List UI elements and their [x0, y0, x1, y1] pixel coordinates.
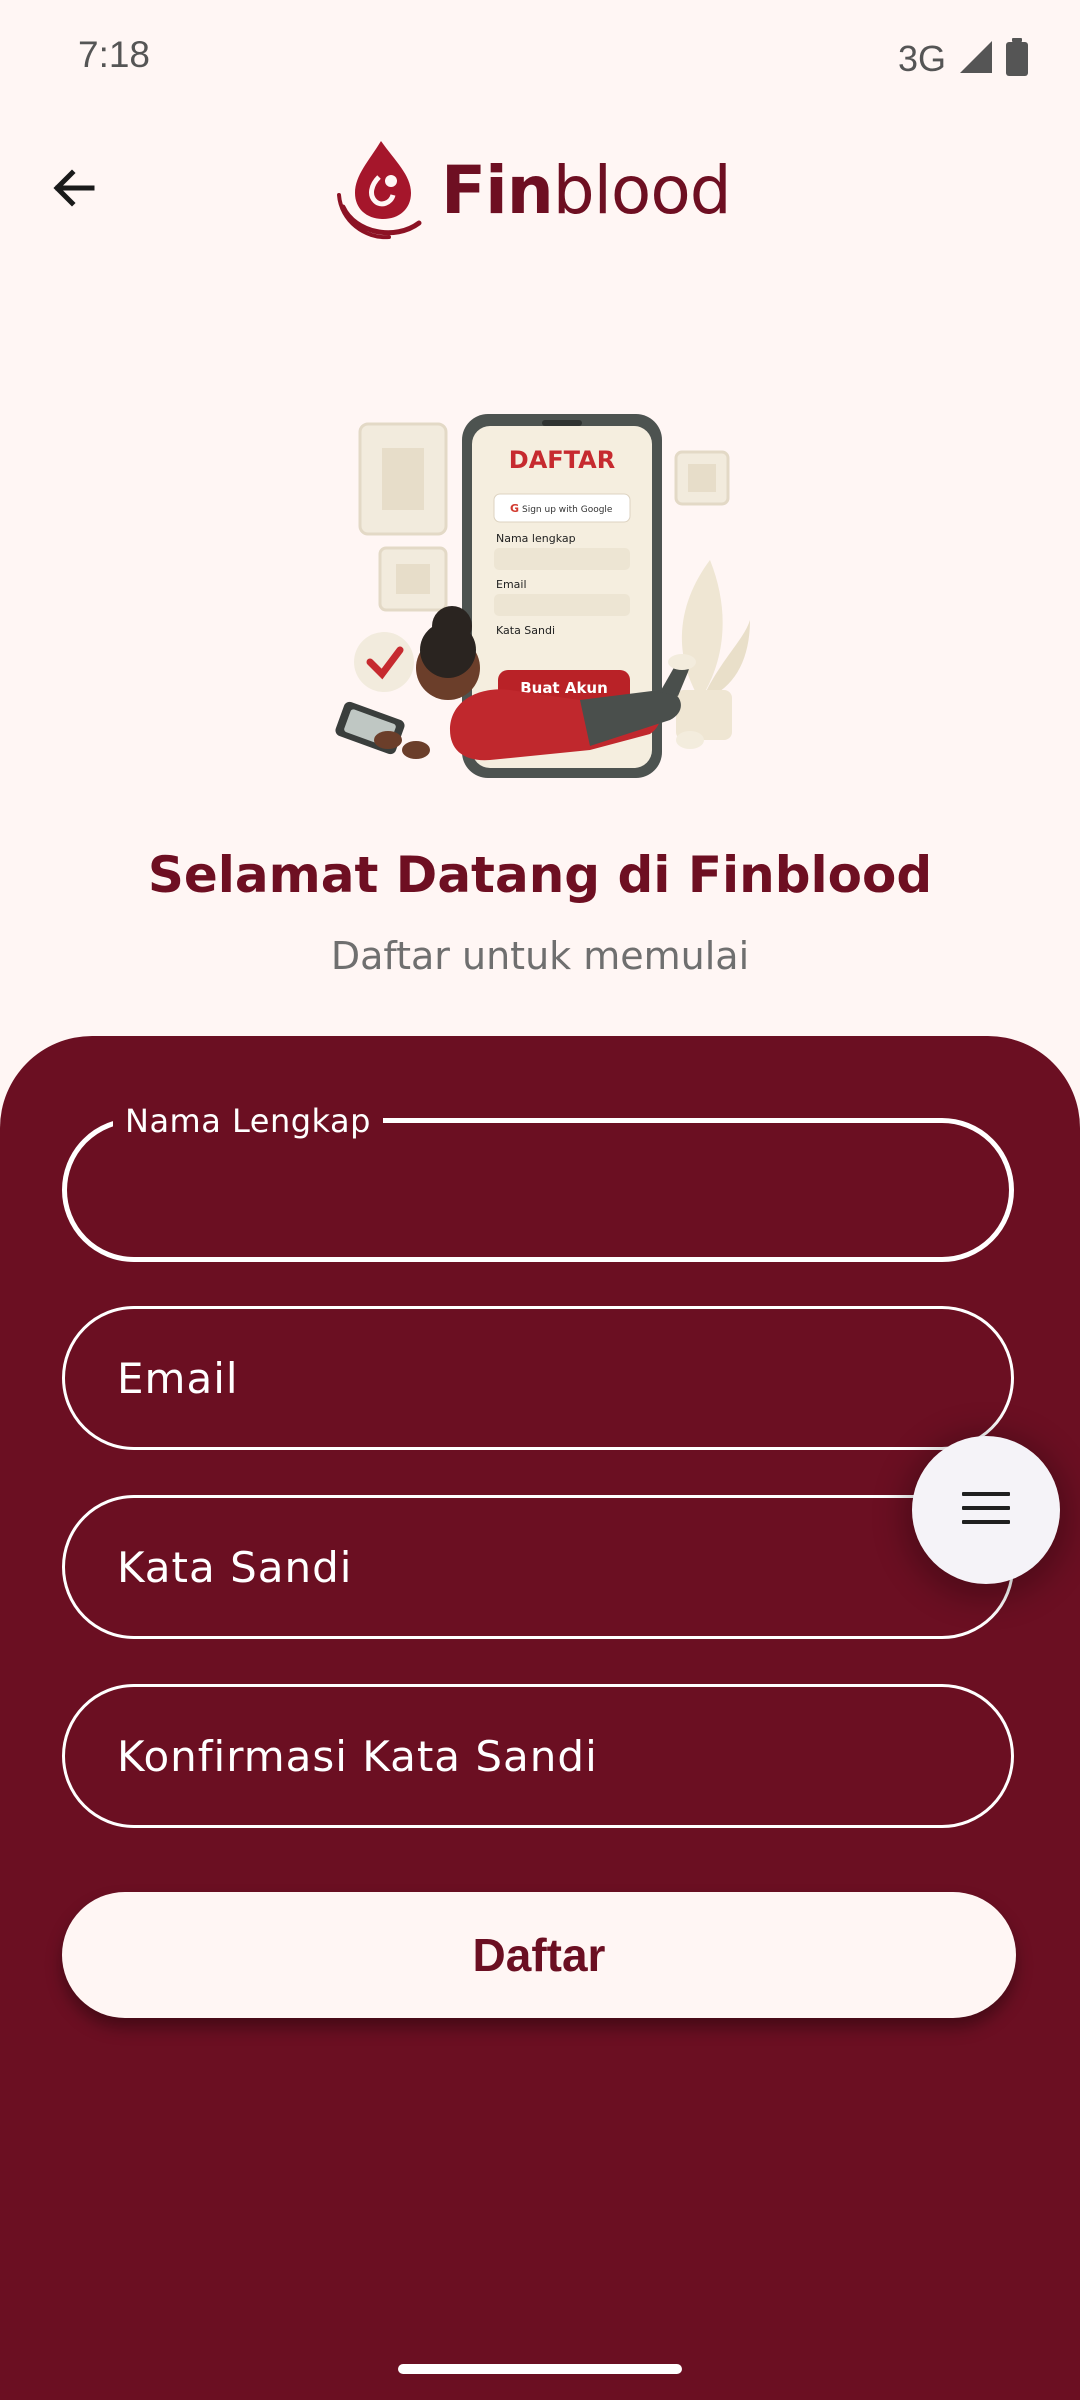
- illustration-title: DAFTAR: [509, 446, 615, 474]
- signup-illustration: DAFTAR G Sign up with Google Nama lengka…: [330, 400, 750, 800]
- register-button[interactable]: Daftar: [62, 1892, 1016, 2018]
- network-type: 3G: [897, 38, 946, 79]
- illustration-label-name: Nama lengkap: [496, 532, 576, 545]
- brand-name: Finblood: [441, 158, 732, 224]
- password-field[interactable]: [62, 1495, 1014, 1639]
- email-field[interactable]: [62, 1306, 1014, 1450]
- battery-icon: [1006, 38, 1028, 80]
- illustration-label-password: Kata Sandi: [496, 624, 555, 637]
- form-panel: Nama Lengkap: [0, 1036, 1080, 2400]
- brand-name-light: blood: [552, 152, 732, 229]
- brand-name-bold: Fin: [441, 152, 554, 229]
- confirm-password-field[interactable]: [62, 1684, 1014, 1828]
- brand: Finblood: [335, 136, 732, 246]
- email-input[interactable]: [117, 1309, 957, 1447]
- confirm-password-input[interactable]: [117, 1687, 957, 1825]
- welcome-title: Selamat Datang di Finblood: [147, 846, 933, 904]
- svg-text:G: G: [510, 502, 519, 515]
- full-name-field[interactable]: Nama Lengkap: [62, 1099, 1014, 1262]
- back-button[interactable]: [34, 150, 114, 230]
- arrow-left-icon: [50, 164, 98, 216]
- full-name-input[interactable]: [119, 1123, 959, 1257]
- blood-drop-hand-logo: [335, 137, 431, 245]
- home-indicator[interactable]: [398, 2364, 682, 2374]
- signal-icon: [958, 39, 994, 79]
- app-bar: Finblood: [0, 116, 1080, 266]
- welcome-subtitle: Daftar untuk memulai: [330, 934, 750, 978]
- password-input[interactable]: [117, 1498, 957, 1636]
- status-bar: 7:18 3G: [0, 0, 1080, 116]
- illustration-label-email: Email: [496, 578, 527, 591]
- status-icons: 3G: [898, 38, 1028, 80]
- illustration-google-button: Sign up with Google: [522, 505, 613, 515]
- menu-icon: [960, 1488, 1012, 1532]
- status-time: 7:18: [78, 34, 151, 75]
- menu-button[interactable]: [912, 1436, 1060, 1584]
